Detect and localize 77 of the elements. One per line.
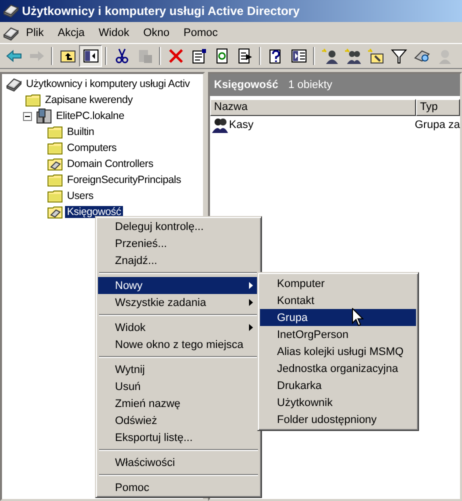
mouse-pointer-icon [352, 308, 364, 327]
help-icon [268, 48, 284, 64]
back-arrow-icon [6, 48, 22, 64]
column-header[interactable]: Typ [416, 99, 460, 116]
add-to-group-icon [436, 48, 452, 64]
folder-up-icon [60, 48, 76, 64]
menu-item[interactable]: Zmień nazwę [98, 395, 259, 412]
menu-item[interactable]: Kontakt [260, 292, 416, 309]
window-title: Użytkownicy i komputery usługi Active Directory [22, 4, 300, 18]
tree-item[interactable]: ElitePC.lokalne [54, 110, 126, 122]
menu-item[interactable]: Akcja [50, 24, 92, 40]
menu-item[interactable]: Znajdź... [98, 252, 259, 269]
tree-item[interactable]: Zapisane kwerendy [43, 94, 135, 106]
menu-item[interactable]: Pomoc [98, 479, 259, 496]
tree-item[interactable]: ForeignSecurityPrincipals [65, 174, 184, 186]
tree-item[interactable]: Users [65, 190, 96, 202]
container-title: Księgowość [214, 79, 278, 91]
tree-item[interactable]: Builtin [65, 126, 96, 138]
tree-item[interactable]: Domain Controllers [65, 158, 156, 170]
menu-item[interactable]: Grupa [260, 309, 416, 326]
folder-icon [25, 92, 41, 108]
menu-item[interactable]: Użytkownik [260, 394, 416, 411]
menu-item[interactable]: Jednostka organizacyjna [260, 360, 416, 377]
folder-icon [47, 140, 63, 156]
folder-icon [47, 188, 63, 204]
menu-item[interactable]: Widok [92, 24, 136, 40]
menu-item[interactable]: Pomoc [176, 24, 225, 40]
menu-item[interactable]: Wszystkie zadania [98, 294, 259, 311]
forward-arrow-icon [28, 48, 44, 64]
new-group-icon [344, 48, 360, 64]
clipboard-icon [136, 48, 152, 64]
object-name[interactable]: Kasy [229, 118, 254, 130]
find-icon [414, 48, 430, 64]
menu-item[interactable]: Przenieś... [98, 235, 259, 252]
menu-item[interactable]: Deleguj kontrolę... [98, 218, 259, 235]
refresh-icon [214, 48, 230, 64]
menu-item[interactable]: Usuń [98, 378, 259, 395]
menu-item[interactable]: InetOrgPerson [260, 326, 416, 343]
menu-item[interactable]: Nowy [98, 277, 259, 294]
delete-icon [168, 48, 184, 64]
menu-item[interactable]: Właściwości [98, 454, 259, 471]
menu-item[interactable]: Okno [136, 24, 176, 40]
folder-icon [47, 124, 63, 140]
tree-item[interactable]: Computers [65, 142, 119, 154]
menu-item[interactable]: Plik [19, 24, 51, 40]
menu-item[interactable]: Alias kolejki usługi MSMQ [260, 343, 416, 360]
user-group-icon [212, 116, 228, 132]
menu-item[interactable]: Komputer [260, 275, 416, 292]
scissors-icon [114, 48, 130, 64]
filter-icon [390, 48, 406, 64]
menu-item[interactable]: Eksportuj listę... [98, 429, 259, 446]
menu-item[interactable]: Nowe okno z tego miejsca [98, 336, 259, 353]
menu-item[interactable]: Widok [98, 319, 259, 336]
servers-icon [36, 108, 52, 124]
export-list-icon [236, 48, 252, 64]
new-user-icon [322, 48, 338, 64]
column-header[interactable]: Nazwa [210, 99, 416, 116]
folder-icon [47, 172, 63, 188]
console-icon [3, 2, 19, 18]
menu-item[interactable]: Wytnij [98, 361, 259, 378]
collapse-icon[interactable] [23, 112, 32, 120]
show-pane-icon [290, 48, 306, 64]
menu-item[interactable]: Folder udostępniony [260, 411, 416, 428]
tree-item[interactable]: Użytkownicy i komputery usługi Activ [24, 78, 192, 90]
console-icon[interactable] [3, 24, 19, 40]
object-count: 1 obiekty [288, 79, 332, 91]
menu-item[interactable]: Drukarka [260, 377, 416, 394]
tree-pane-icon [82, 48, 98, 64]
console-icon [6, 76, 22, 92]
folder-book-icon [47, 156, 63, 172]
properties-icon [190, 48, 206, 64]
object-type: Grupa za [414, 118, 460, 130]
folder-book-icon [47, 204, 63, 220]
new-folder-icon [368, 48, 384, 64]
toolbar-button[interactable] [79, 45, 102, 67]
menu-item[interactable]: Odśwież [98, 412, 259, 429]
tree-item[interactable]: Księgowość [65, 206, 124, 218]
